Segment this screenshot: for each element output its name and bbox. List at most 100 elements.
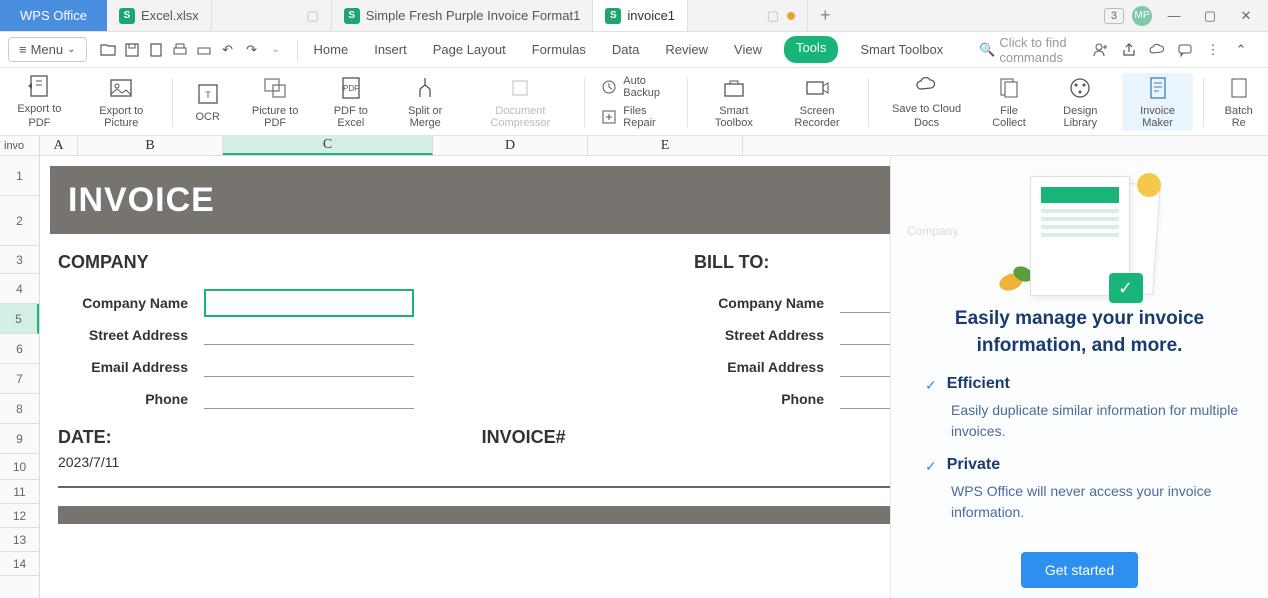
menu-tools[interactable]: Tools: [784, 36, 838, 63]
row-header[interactable]: 3: [0, 246, 39, 274]
design-library-button[interactable]: Design Library: [1044, 73, 1116, 131]
ribbon-label: Picture to PDF: [245, 105, 306, 129]
restore-icon[interactable]: ▢: [767, 8, 779, 24]
screen-recorder-button[interactable]: Screen Recorder: [776, 73, 859, 131]
street-cell[interactable]: [204, 325, 414, 345]
compressor-icon: [507, 75, 533, 101]
company-name-cell[interactable]: [204, 289, 414, 317]
phone-cell[interactable]: [204, 389, 414, 409]
row-header[interactable]: 10: [0, 454, 39, 480]
more-icon[interactable]: ⋮: [1204, 41, 1222, 59]
ribbon-label: Split or Merge: [396, 105, 454, 129]
redo-icon[interactable]: ↷: [243, 41, 261, 59]
menu-data[interactable]: Data: [608, 36, 643, 63]
save-icon[interactable]: [123, 41, 141, 59]
chevron-down-icon: ⌄: [67, 44, 75, 55]
ribbon-label: Design Library: [1050, 105, 1110, 129]
check-icon: ✓: [925, 458, 937, 475]
menu-formulas[interactable]: Formulas: [528, 36, 590, 63]
save-cloud-button[interactable]: Save to Cloud Docs: [879, 71, 974, 131]
row-header[interactable]: 13: [0, 528, 39, 552]
menu-label: Menu: [31, 42, 64, 57]
user-add-icon[interactable]: [1092, 41, 1110, 59]
col-header-e[interactable]: E: [588, 136, 743, 155]
doc-tab-1[interactable]: S Simple Fresh Purple Invoice Format1: [332, 0, 594, 31]
split-merge-button[interactable]: Split or Merge: [390, 73, 460, 131]
doc-tab-0[interactable]: S Excel.xlsx: [107, 0, 212, 31]
new-tab-button[interactable]: +: [808, 0, 843, 31]
share-icon[interactable]: [1120, 41, 1138, 59]
row-header[interactable]: 8: [0, 394, 39, 424]
minimize-button[interactable]: —: [1160, 2, 1188, 30]
row-header[interactable]: 14: [0, 552, 39, 576]
print-direct-icon[interactable]: [195, 41, 213, 59]
row-header[interactable]: 6: [0, 334, 39, 364]
email-cell[interactable]: [204, 357, 414, 377]
print-preview-icon[interactable]: [147, 41, 165, 59]
row-header[interactable]: 2: [0, 196, 39, 246]
doc-tab-2[interactable]: S invoice1: [593, 0, 688, 31]
ribbon-label: PDF to Excel: [324, 105, 379, 129]
col-header-a[interactable]: A: [40, 136, 78, 155]
col-header-c[interactable]: C: [223, 136, 433, 155]
window-count-badge[interactable]: 3: [1104, 8, 1124, 24]
row-header[interactable]: 11: [0, 480, 39, 504]
name-box[interactable]: invo: [0, 136, 40, 155]
print-icon[interactable]: [171, 41, 189, 59]
menu-page-layout[interactable]: Page Layout: [429, 36, 510, 63]
picture-to-pdf-button[interactable]: Picture to PDF: [239, 73, 312, 131]
toolbox-icon: [721, 75, 747, 101]
smart-toolbox-button[interactable]: Smart Toolbox: [698, 73, 770, 131]
repair-icon: [601, 109, 617, 125]
row-header[interactable]: 4: [0, 274, 39, 304]
command-search[interactable]: 🔍 Click to find commands: [949, 35, 1080, 65]
pdf-to-excel-button[interactable]: PDF PDF to Excel: [318, 73, 385, 131]
menu-insert[interactable]: Insert: [370, 36, 411, 63]
ocr-icon: T: [195, 81, 221, 107]
restore-icon[interactable]: ▢: [306, 8, 318, 24]
collapse-ribbon-icon[interactable]: ⌃: [1232, 41, 1250, 59]
ribbon-label: Smart Toolbox: [704, 105, 764, 129]
field-label: Street Address: [694, 327, 824, 343]
col-header-d[interactable]: D: [433, 136, 588, 155]
export-picture-button[interactable]: Export to Picture: [81, 73, 162, 131]
row-header[interactable]: 5: [0, 304, 39, 334]
get-started-button[interactable]: Get started: [1021, 552, 1138, 588]
menu-home[interactable]: Home: [310, 36, 353, 63]
cloud-icon[interactable]: [1148, 41, 1166, 59]
field-label: Street Address: [58, 327, 188, 343]
field-label: Email Address: [694, 359, 824, 375]
cloud-save-icon: [914, 73, 940, 99]
files-repair-button[interactable]: Files Repair: [595, 103, 677, 131]
svg-text:T: T: [205, 90, 211, 100]
col-header-b[interactable]: B: [78, 136, 223, 155]
point-title: Efficient: [947, 375, 1010, 394]
undo-icon[interactable]: ↶: [219, 41, 237, 59]
invoice-maker-button[interactable]: Invoice Maker: [1122, 73, 1192, 131]
app-name-tab: WPS Office: [0, 0, 107, 31]
plus-icon: +: [820, 5, 831, 26]
file-collect-button[interactable]: File Collect: [980, 73, 1038, 131]
qat-dropdown-icon[interactable]: ⌄: [267, 41, 285, 59]
ribbon-label: OCR: [195, 111, 219, 123]
maximize-button[interactable]: ▢: [1196, 2, 1224, 30]
user-avatar[interactable]: MP: [1132, 6, 1152, 26]
menu-button[interactable]: ≡ Menu ⌄: [8, 37, 87, 62]
design-icon: [1067, 75, 1093, 101]
field-label: Company Name: [58, 295, 188, 311]
row-header[interactable]: 7: [0, 364, 39, 394]
menu-review[interactable]: Review: [661, 36, 712, 63]
backup-icon: [601, 79, 617, 95]
auto-backup-button[interactable]: Auto Backup: [595, 73, 677, 101]
export-pdf-button[interactable]: Export to PDF: [4, 71, 75, 131]
open-icon[interactable]: [99, 41, 117, 59]
batch-button[interactable]: Batch Re: [1214, 73, 1264, 131]
ocr-button[interactable]: T OCR: [183, 79, 233, 125]
menu-view[interactable]: View: [730, 36, 766, 63]
feedback-icon[interactable]: [1176, 41, 1194, 59]
menu-smart-toolbox[interactable]: Smart Toolbox: [856, 36, 947, 63]
row-header[interactable]: 1: [0, 156, 39, 196]
close-window-button[interactable]: ✕: [1232, 2, 1260, 30]
row-header[interactable]: 12: [0, 504, 39, 528]
row-header[interactable]: 9: [0, 424, 39, 454]
